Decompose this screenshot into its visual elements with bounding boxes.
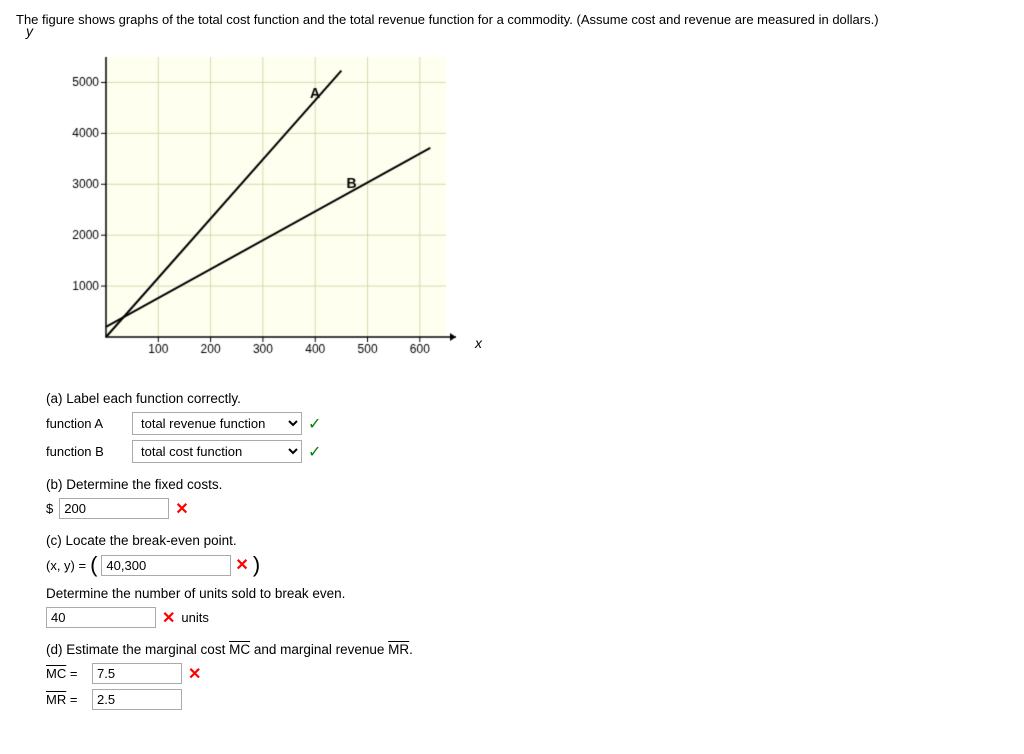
function-a-label: function A: [46, 416, 126, 431]
break-even-row: (x, y) = ( ✕ ): [46, 554, 1008, 576]
y-axis-label: y: [26, 23, 33, 39]
part-c-section: (c) Locate the break-even point. (x, y) …: [46, 533, 1008, 628]
part-a-section: (a) Label each function correctly. funct…: [46, 391, 1008, 463]
intro-text: The figure shows graphs of the total cos…: [16, 12, 1008, 27]
fixed-cost-input[interactable]: [59, 498, 169, 519]
xy-label: (x, y) =: [46, 558, 86, 573]
x-axis-label: x: [475, 335, 482, 351]
mc-input[interactable]: [92, 663, 182, 684]
chart-container: y x: [46, 37, 466, 377]
part-a-title: (a) Label each function correctly.: [46, 391, 1008, 406]
part-b-input-row: $ ✕: [46, 498, 1008, 519]
units-title: Determine the number of units sold to br…: [46, 586, 1008, 601]
right-paren: ): [253, 554, 260, 576]
units-cross-icon: ✕: [162, 608, 175, 628]
mc-row: MC = ✕: [46, 663, 1008, 684]
units-section: Determine the number of units sold to br…: [46, 586, 1008, 628]
function-b-label: function B: [46, 444, 126, 459]
part-b-section: (b) Determine the fixed costs. $ ✕: [46, 477, 1008, 519]
part-c-title: (c) Locate the break-even point.: [46, 533, 1008, 548]
mr-input[interactable]: [92, 689, 182, 710]
part-d-title: (d) Estimate the marginal cost MC and ma…: [46, 642, 1008, 657]
left-paren: (: [90, 554, 97, 576]
function-a-check-icon: ✓: [308, 414, 321, 434]
part-b-title: (b) Determine the fixed costs.: [46, 477, 1008, 492]
mc-cross-icon: ✕: [188, 664, 201, 684]
units-label: units: [181, 610, 208, 625]
break-even-input[interactable]: [101, 555, 231, 576]
mr-overline: MR: [388, 642, 409, 657]
fixed-cost-cross-icon: ✕: [175, 499, 188, 519]
function-b-check-icon: ✓: [308, 442, 321, 462]
part-d-section: (d) Estimate the marginal cost MC and ma…: [46, 642, 1008, 710]
break-even-cross-icon: ✕: [235, 555, 248, 575]
function-a-row: function A total revenue function total …: [46, 412, 1008, 435]
function-b-row: function B total revenue function total …: [46, 440, 1008, 463]
chart-canvas: [46, 37, 466, 377]
dollar-label: $: [46, 501, 53, 516]
units-input-row: ✕ units: [46, 607, 1008, 628]
mr-label: MR =: [46, 692, 86, 707]
mc-overline: MC: [229, 642, 250, 657]
mc-label: MC =: [46, 666, 86, 681]
chart-area: y x: [46, 37, 466, 377]
units-input[interactable]: [46, 607, 156, 628]
function-b-select[interactable]: total revenue function total cost functi…: [132, 440, 302, 463]
function-a-select[interactable]: total revenue function total cost functi…: [132, 412, 302, 435]
mr-row: MR =: [46, 689, 1008, 710]
